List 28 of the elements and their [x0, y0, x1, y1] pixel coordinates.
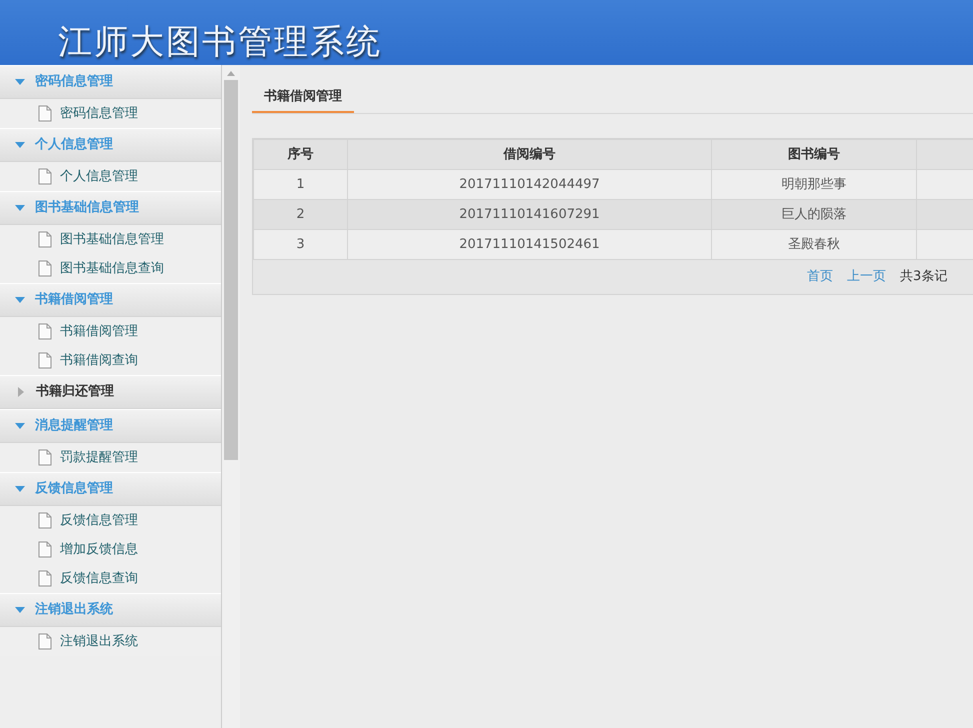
- column-header: 图书编号: [712, 140, 916, 170]
- table-cell: 巨人的陨落: [712, 200, 916, 230]
- document-icon: [38, 352, 52, 369]
- document-icon: [38, 541, 52, 558]
- table-cell: 明朝那些事: [712, 170, 916, 200]
- table-cell: 圣殿春秋: [712, 230, 916, 260]
- document-icon: [38, 260, 52, 277]
- document-icon: [38, 633, 52, 650]
- document-icon: [38, 512, 52, 529]
- column-header: 借阅编号: [348, 140, 712, 170]
- document-icon: [38, 231, 52, 248]
- document-icon: [38, 570, 52, 587]
- app-title: 江师大图书管理系统: [58, 25, 382, 64]
- table-cell: 20171110141607291: [348, 200, 712, 230]
- table-cell: 20171110142044497: [348, 170, 712, 200]
- tab[interactable]: 书籍借阅管理: [252, 79, 354, 113]
- scrollbar[interactable]: [222, 65, 240, 728]
- sidebar-group[interactable]: 书籍归还管理: [0, 375, 221, 409]
- column-header: 序号: [254, 140, 348, 170]
- table-cell: 1: [254, 170, 348, 200]
- table-cell: 2: [254, 200, 348, 230]
- record-count: 共3条记: [900, 268, 948, 286]
- document-icon: [38, 105, 52, 122]
- document-icon: [38, 323, 52, 340]
- table-cell: 20171110141502461: [348, 230, 712, 260]
- document-icon: [38, 449, 52, 466]
- document-icon: [38, 168, 52, 185]
- table-cell: 3: [254, 230, 348, 260]
